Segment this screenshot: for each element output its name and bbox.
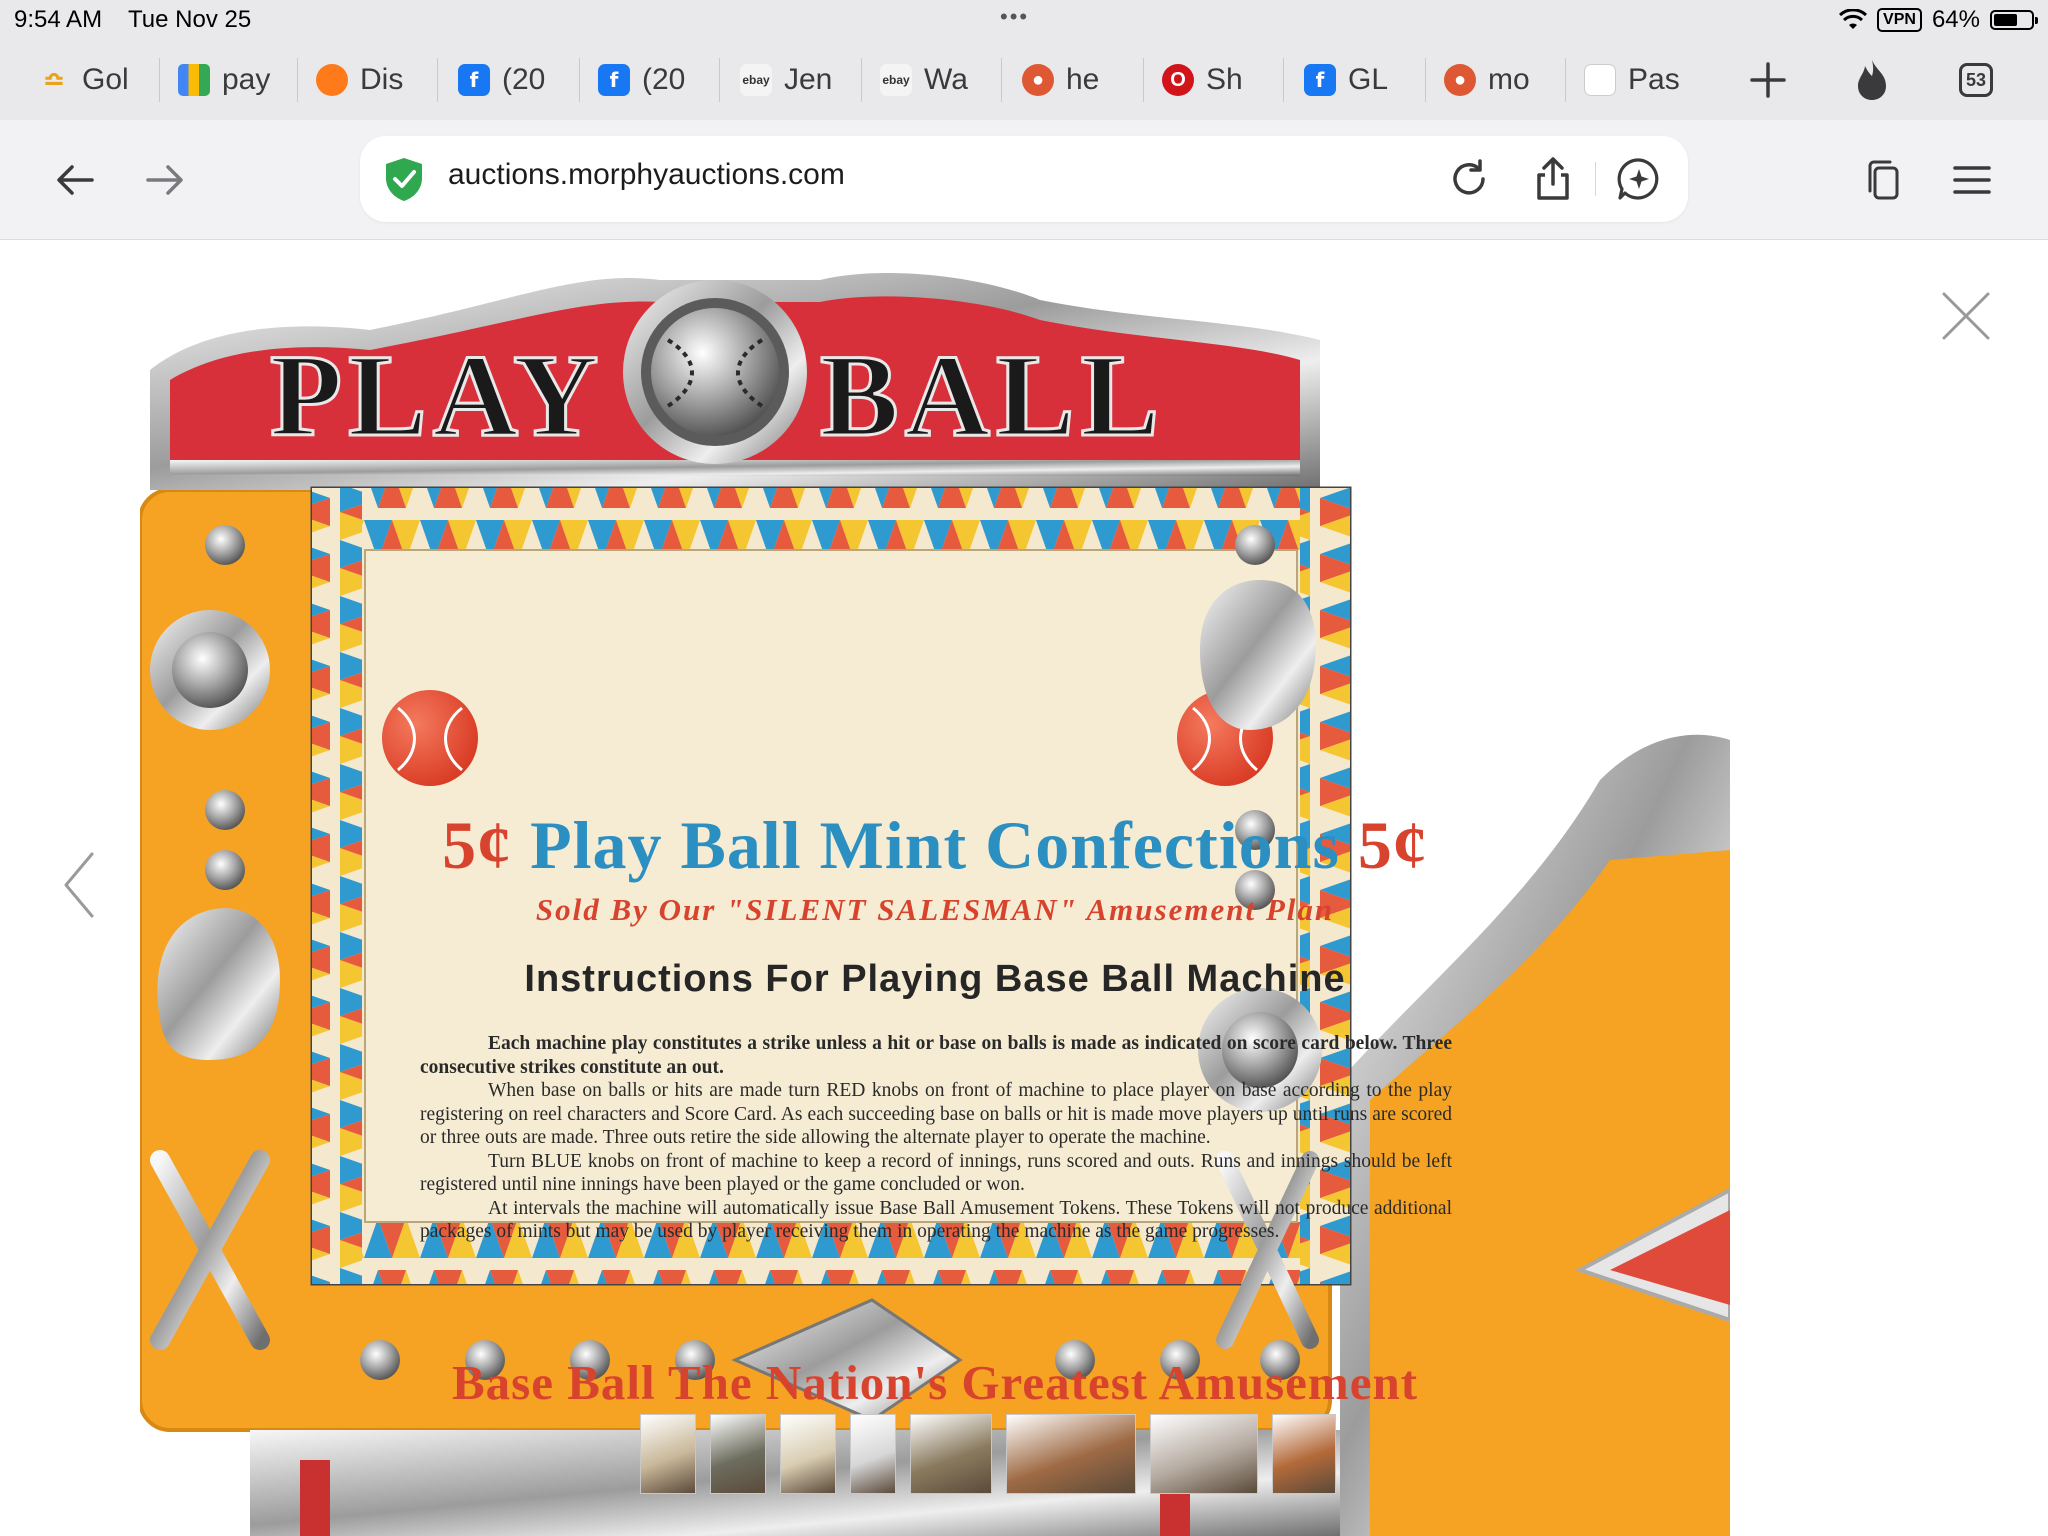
price-right: 5¢: [1357, 807, 1428, 883]
card-title: Play Ball Mint Confections: [530, 807, 1340, 883]
tab-4[interactable]: f (20: [450, 58, 580, 102]
instruction-paragraph: At intervals the machine will automatica…: [420, 1197, 1452, 1243]
duckduckgo-icon: ●: [1444, 64, 1476, 96]
status-right: VPN 64%: [1839, 6, 2038, 34]
instruction-paragraph: When base on balls or hits are made turn…: [420, 1080, 1452, 1148]
card-instructions: Each machine play constitutes a strike u…: [420, 1032, 1452, 1244]
address-bar[interactable]: auctions.morphyauctions.com: [360, 136, 1688, 222]
battery-percent: 64%: [1931, 6, 1980, 33]
tab-label: (20: [642, 63, 686, 96]
tab-label: (20: [502, 63, 546, 96]
chevron-left-icon[interactable]: [60, 850, 96, 920]
facebook-icon: f: [598, 64, 630, 96]
tab-label: Sh: [1206, 63, 1243, 96]
tab-label: GL: [1348, 63, 1389, 96]
tab-7[interactable]: ebay Wa: [872, 58, 1002, 102]
tab-label: Pas: [1628, 63, 1680, 96]
thumbnail[interactable]: [780, 1414, 836, 1494]
tab-1[interactable]: ≏ Gol: [30, 58, 160, 102]
blank-page-icon: [1584, 64, 1616, 96]
card-subtitle: Sold By Our "SILENT SALESMAN" Amusement …: [535, 892, 1335, 927]
forward-arrow-icon[interactable]: [142, 158, 186, 202]
vpn-badge: VPN: [1877, 8, 1922, 32]
instruction-paragraph: Turn BLUE knobs on front of machine to k…: [420, 1150, 1452, 1196]
tab-label: he: [1066, 63, 1100, 96]
status-date: Tue Nov 25: [128, 6, 252, 33]
plus-icon: [1750, 62, 1786, 98]
new-tab-button[interactable]: [1744, 58, 1792, 102]
tab-11[interactable]: ● mo: [1436, 58, 1566, 102]
ebay-icon: ebay: [880, 64, 912, 96]
tab-label: Gol: [82, 63, 129, 96]
thumbnail[interactable]: [1150, 1414, 1258, 1494]
thumbnail[interactable]: [910, 1414, 992, 1494]
thumbnail[interactable]: [850, 1414, 896, 1494]
tab-6[interactable]: ebay Jen: [732, 58, 862, 102]
image-viewer: PLAY BALL 5¢ Play Ball Mint Confections …: [0, 240, 2048, 1536]
browser-toolbar: auctions.morphyauctions.com: [0, 120, 2048, 240]
duckduckgo-icon: ●: [1022, 64, 1054, 96]
tab-9[interactable]: O Sh: [1154, 58, 1284, 102]
tab-3[interactable]: Dis: [308, 58, 438, 102]
back-arrow-icon[interactable]: [54, 158, 98, 202]
thumbnail[interactable]: [640, 1414, 696, 1494]
marquee-left-word: PLAY: [270, 330, 604, 461]
thumbnail[interactable]: [710, 1414, 766, 1494]
facebook-icon: f: [1304, 64, 1336, 96]
tab-count: 53: [1959, 63, 1993, 97]
tab-label: mo: [1488, 63, 1530, 96]
tab-overview-button[interactable]: 53: [1952, 58, 2000, 102]
tab-2[interactable]: pay: [170, 58, 298, 102]
bookmarks-icon[interactable]: [1862, 158, 1906, 202]
tab-12[interactable]: Pas: [1576, 58, 1706, 102]
battery-icon: [1990, 10, 2038, 30]
close-icon[interactable]: [1940, 290, 1992, 342]
tab-10[interactable]: f GL: [1296, 58, 1426, 102]
thumbnail-strip: [640, 1414, 1336, 1496]
url-text[interactable]: auctions.morphyauctions.com: [448, 158, 845, 192]
status-time: 9:54 AM: [14, 6, 103, 33]
status-bar: 9:54 AM Tue Nov 25 ••• VPN 64%: [0, 0, 2048, 40]
orange-circle-icon: [316, 64, 348, 96]
thumbnail[interactable]: [1272, 1414, 1336, 1494]
shield-check-icon: [386, 158, 422, 201]
menu-icon[interactable]: [1950, 158, 1994, 202]
tab-bar: ≏ Gol pay Dis f (20 f (20 ebay Jen ebay …: [0, 40, 2048, 120]
shopping-bag-icon: [178, 64, 210, 96]
ai-chat-icon[interactable]: [1616, 156, 1662, 202]
tab-5[interactable]: f (20: [590, 58, 720, 102]
tab-label: Dis: [360, 63, 404, 96]
red-circle-icon: O: [1162, 64, 1194, 96]
tab-label: Jen: [784, 63, 833, 96]
marquee-right-word: BALL: [820, 330, 1165, 461]
flame-icon: [1858, 60, 1886, 100]
wifi-icon: [1839, 9, 1868, 29]
fire-button[interactable]: [1848, 58, 1896, 102]
tab-label: pay: [222, 63, 271, 96]
tab-8[interactable]: ● he: [1014, 58, 1144, 102]
reload-icon[interactable]: [1446, 156, 1492, 202]
url-divider: [1595, 162, 1596, 196]
share-icon[interactable]: [1530, 156, 1576, 202]
ebay-icon: ebay: [740, 64, 772, 96]
card-heading: Instructions For Playing Base Ball Machi…: [524, 958, 1346, 1000]
multitask-dots-icon[interactable]: •••: [1000, 4, 1029, 30]
instruction-paragraph: Each machine play constitutes a strike u…: [420, 1033, 1452, 1078]
baseball-left-icon: [382, 690, 478, 786]
gold-crown-icon: ≏: [43, 64, 65, 95]
thumbnail[interactable]: [1006, 1414, 1136, 1494]
card-title-line: 5¢ Play Ball Mint Confections 5¢: [400, 806, 1470, 885]
card-footer: Base Ball The Nation's Greatest Amusemen…: [451, 1355, 1419, 1410]
price-left: 5¢: [442, 807, 513, 883]
facebook-icon: f: [458, 64, 490, 96]
tab-label: Wa: [924, 63, 968, 96]
instruction-card: 5¢ Play Ball Mint Confections 5¢ Sold By…: [370, 792, 1500, 1432]
